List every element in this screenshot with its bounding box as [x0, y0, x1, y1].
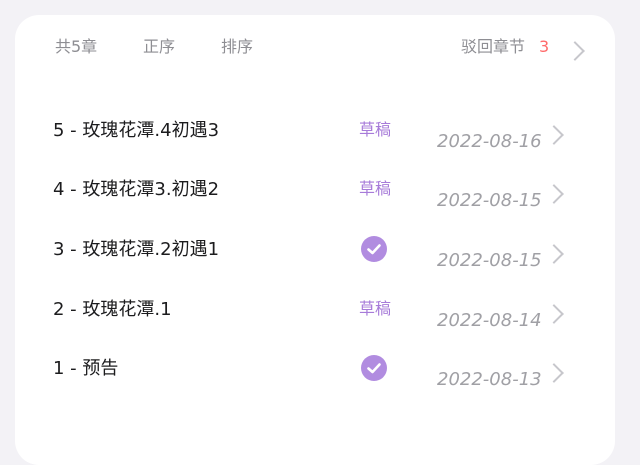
- chapter-title: 2 - 玫瑰花潭.1: [53, 299, 172, 320]
- chapter-date: 2022-08-14: [437, 310, 542, 331]
- chapter-row[interactable]: 2 - 玫瑰花潭.1 草稿 2022-08-14: [15, 284, 615, 342]
- chevron-right-icon[interactable]: [565, 41, 585, 61]
- rejected-count-badge: 3: [539, 37, 550, 56]
- order-asc-button[interactable]: 正序: [143, 37, 175, 57]
- check-circle-icon: [361, 355, 387, 381]
- draft-badge: 草稿: [359, 120, 392, 139]
- chapter-title: 3 - 玫瑰花潭.2初遇1: [53, 239, 220, 260]
- chevron-right-icon[interactable]: [544, 304, 564, 324]
- sort-button[interactable]: 排序: [221, 37, 253, 57]
- check-circle-icon: [361, 236, 387, 262]
- chevron-right-icon[interactable]: [544, 184, 564, 204]
- rejected-chapters-link[interactable]: 驳回章节: [461, 37, 525, 57]
- chapter-date: 2022-08-15: [437, 250, 542, 271]
- chapter-row[interactable]: 3 - 玫瑰花潭.2初遇1 2022-08-15: [15, 224, 615, 282]
- chapter-list-card: 共5章 正序 排序 驳回章节 3 5 - 玫瑰花潭.4初遇3 草稿 2022-0…: [15, 15, 615, 465]
- chapter-date: 2022-08-13: [437, 369, 542, 390]
- chapter-title: 4 - 玫瑰花潭3.初遇2: [53, 179, 220, 200]
- chevron-right-icon[interactable]: [544, 125, 564, 145]
- chapter-count: 共5章: [55, 37, 98, 56]
- chapter-title: 1 - 预告: [53, 358, 119, 379]
- chapter-row[interactable]: 4 - 玫瑰花潭3.初遇2 草稿 2022-08-15: [15, 164, 615, 222]
- chapter-row[interactable]: 1 - 预告 2022-08-13: [15, 343, 615, 401]
- chevron-right-icon[interactable]: [544, 363, 564, 383]
- chapter-list-header: 共5章 正序 排序 驳回章节 3: [15, 15, 615, 75]
- draft-badge: 草稿: [359, 179, 392, 198]
- chapter-title: 5 - 玫瑰花潭.4初遇3: [53, 120, 220, 141]
- chapter-date: 2022-08-16: [437, 131, 542, 152]
- chapter-row[interactable]: 5 - 玫瑰花潭.4初遇3 草稿 2022-08-16: [15, 105, 615, 163]
- draft-badge: 草稿: [359, 299, 392, 318]
- chevron-right-icon[interactable]: [544, 244, 564, 264]
- chapter-date: 2022-08-15: [437, 190, 542, 211]
